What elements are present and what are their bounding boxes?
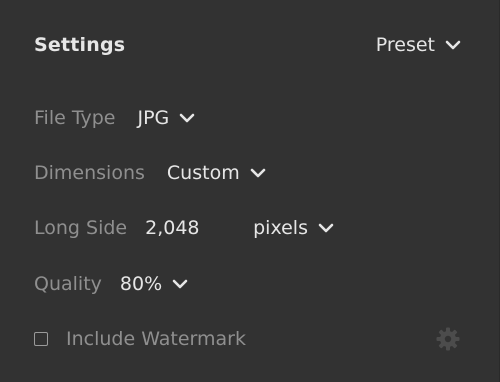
long-side-row: Long Side pixels: [34, 215, 334, 241]
quality-value: 80%: [119, 273, 163, 295]
file-type-row: File Type JPG: [34, 105, 195, 131]
preset-dropdown[interactable]: Preset: [376, 34, 461, 56]
include-watermark-label[interactable]: Include Watermark: [66, 328, 246, 350]
dimensions-row: Dimensions Custom: [34, 160, 266, 186]
file-type-dropdown[interactable]: JPG: [137, 107, 195, 129]
chevron-down-icon: [179, 113, 195, 123]
quality-dropdown[interactable]: 80%: [120, 273, 188, 295]
long-side-unit-value: pixels: [253, 217, 308, 239]
file-type-value: JPG: [137, 107, 170, 129]
dimensions-label: Dimensions: [34, 162, 145, 184]
file-type-label: File Type: [34, 107, 116, 129]
include-watermark-checkbox[interactable]: [34, 332, 48, 346]
chevron-down-icon: [172, 279, 188, 289]
chevron-down-icon: [445, 40, 461, 50]
preset-label: Preset: [375, 34, 435, 56]
long-side-input[interactable]: [145, 217, 236, 239]
dimensions-value: Custom: [166, 162, 240, 184]
chevron-down-icon: [318, 223, 334, 233]
long-side-unit-dropdown[interactable]: pixels: [253, 217, 334, 239]
long-side-label: Long Side: [34, 217, 128, 239]
watermark-row: Include Watermark: [34, 326, 246, 352]
dimensions-dropdown[interactable]: Custom: [167, 162, 266, 184]
chevron-down-icon: [250, 168, 266, 178]
gear-icon[interactable]: [435, 326, 461, 352]
quality-label: Quality: [34, 273, 102, 295]
quality-row: Quality 80%: [34, 271, 188, 297]
panel-title: Settings: [34, 34, 126, 56]
export-settings-panel: Settings Preset File Type JPG Dimensions…: [0, 0, 500, 382]
